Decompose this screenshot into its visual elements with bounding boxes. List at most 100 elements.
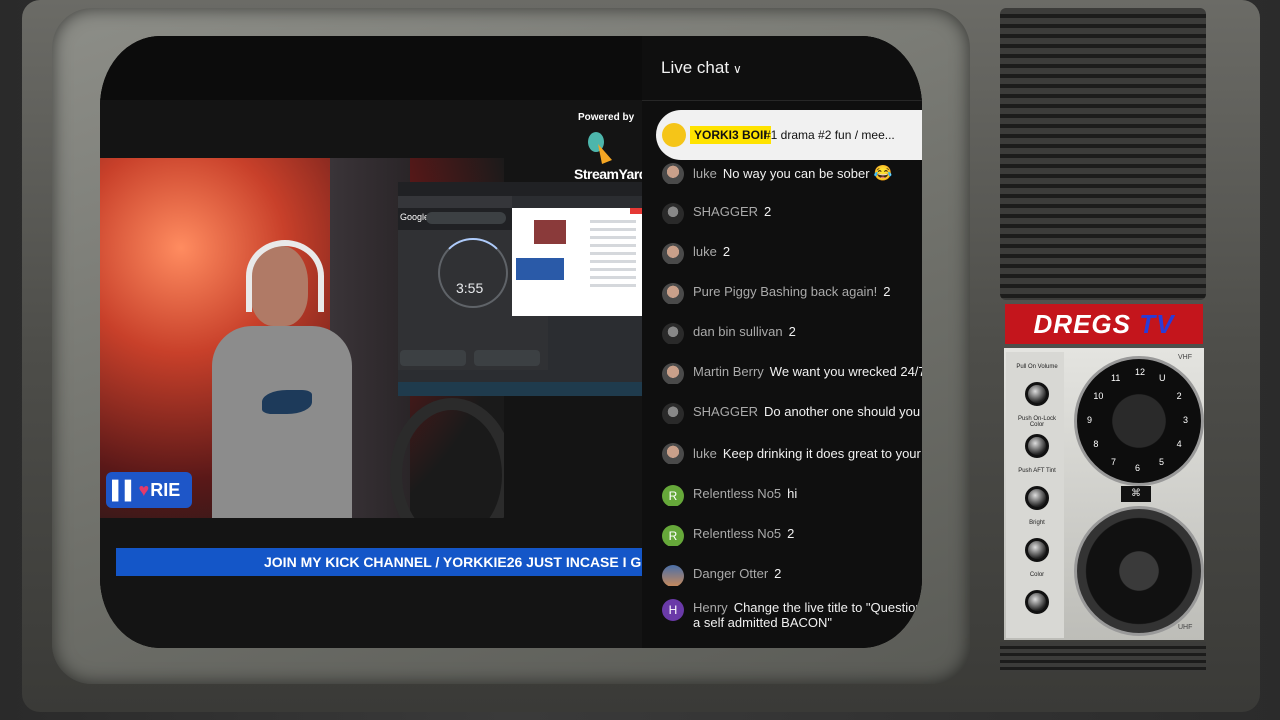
- knob-label: Pull On Volume: [1016, 364, 1058, 370]
- chat-message[interactable]: R Relentless No5 2: [662, 522, 922, 546]
- google-logo: Google: [400, 212, 430, 222]
- chat-message[interactable]: luke 2: [662, 240, 922, 264]
- timer-ring: [438, 238, 508, 308]
- dial-number: 12: [1135, 367, 1146, 377]
- chat-message[interactable]: R Relentless No5 hi: [662, 482, 922, 506]
- chat-author: Relentless No5: [693, 526, 782, 541]
- browser-tabs: [398, 182, 642, 196]
- chat-text: 2: [788, 324, 796, 339]
- control-knob[interactable]: [1025, 486, 1049, 510]
- chat-author: Relentless No5: [693, 486, 782, 501]
- pinned-message[interactable]: YORKI3 BOII #1 drama #2 fun / mee...: [656, 110, 922, 160]
- timer-button-left: [400, 350, 466, 366]
- dial-number: 2: [1176, 391, 1182, 401]
- chat-line: luke No way you can be sober 😂: [693, 164, 892, 182]
- dial-number: 3: [1183, 415, 1189, 425]
- dial-number: 5: [1159, 456, 1165, 467]
- powered-by-label: Powered by: [578, 112, 635, 123]
- chat-message[interactable]: SHAGGER Do another one should you top you…: [662, 400, 922, 424]
- badge-text: RIE: [150, 479, 181, 500]
- control-knob[interactable]: [1025, 434, 1049, 458]
- timer-button-right: [474, 350, 540, 366]
- brand-text-a: DREGS: [1033, 309, 1131, 339]
- chat-text: hi: [787, 486, 798, 501]
- channel-badge: ▌▌ ♥ RIE: [106, 472, 192, 508]
- dial-number: 9: [1087, 415, 1093, 425]
- control-knob[interactable]: [1025, 538, 1049, 562]
- brand-text-b: TV: [1139, 309, 1175, 339]
- avatar: [662, 403, 684, 424]
- knob-label: Bright: [1029, 520, 1045, 526]
- avatar: [662, 243, 684, 264]
- control-knob[interactable]: [1025, 590, 1049, 614]
- dial-number: U: [1159, 373, 1166, 384]
- chat-message[interactable]: SHAGGER 2: [662, 200, 922, 224]
- chat-line: Pure Piggy Bashing back again! 2: [693, 284, 891, 299]
- knob-label: Color: [1029, 572, 1045, 578]
- ticker-banner: JOIN MY KICK CHANNEL / YORKKIE26 JUST IN…: [116, 548, 642, 576]
- speaker-grille: [1000, 8, 1206, 300]
- chat-line: luke 2: [693, 244, 730, 259]
- chat-author: SHAGGER: [693, 204, 759, 219]
- timer-value: 3:55: [456, 280, 484, 296]
- cam-shirt: [212, 326, 352, 518]
- avatar: [662, 163, 684, 184]
- chat-title-dropdown[interactable]: Live chat ∨: [661, 58, 742, 78]
- dial-number: 6: [1135, 463, 1141, 473]
- hash-button[interactable]: ⌘: [1121, 486, 1151, 502]
- chat-text: 2: [774, 566, 782, 581]
- chat-text: 2: [722, 244, 731, 259]
- chat-text: Change the live title to "Question Time …: [733, 600, 922, 615]
- streamyard-logo-icon: [588, 132, 612, 164]
- avatar: [662, 565, 684, 586]
- shared-chat-window: [512, 208, 642, 316]
- dial-number: 7: [1111, 456, 1117, 467]
- shared-thumb: [534, 220, 566, 244]
- avatar: R: [662, 485, 684, 506]
- chat-message[interactable]: H Henry Change the live title to "Question…: [662, 596, 922, 640]
- bottom-grille: [1000, 642, 1206, 672]
- chat-author: SHAGGER: [693, 404, 759, 419]
- chat-line: SHAGGER Do another one should you top you…: [693, 404, 922, 419]
- stream-top-bar: [100, 36, 642, 100]
- heart-icon: ♥: [138, 479, 150, 500]
- live-chat-panel: Live chat ∨ YORKI3 BOII #1 drama #2 fun /…: [642, 36, 922, 648]
- screen-share: Google 3:55: [398, 182, 642, 396]
- chat-text: 2: [787, 526, 795, 541]
- control-knob[interactable]: [1025, 382, 1049, 406]
- chevron-down-icon: ∨: [733, 62, 742, 76]
- pinned-author: YORKI3 BOII: [690, 126, 771, 144]
- google-search-box: [426, 212, 506, 224]
- dial-number: 8: [1093, 439, 1099, 449]
- avatar: H: [662, 599, 684, 621]
- ticker-text: JOIN MY KICK CHANNEL / YORKKIE26 JUST IN…: [264, 554, 642, 570]
- chat-line: Relentless No5 hi: [693, 486, 797, 501]
- chat-message[interactable]: luke Keep drinking it does great to your …: [662, 440, 922, 464]
- avatar: R: [662, 525, 684, 546]
- avatar: [662, 323, 684, 344]
- chat-line: Relentless No5 2: [693, 526, 794, 541]
- tuning-dial[interactable]: [1074, 506, 1204, 636]
- chat-message[interactable]: Danger Otter 2: [662, 562, 922, 586]
- vhf-label: VHF: [1178, 354, 1192, 361]
- chat-author: luke: [693, 166, 717, 181]
- pinned-avatar: [662, 123, 686, 147]
- knob-label: Push AFT Tint: [1018, 468, 1056, 474]
- chat-author: luke: [693, 244, 717, 259]
- channel-dial[interactable]: 12 U 2 3 4 5 6 7 8 9 10 11: [1074, 356, 1204, 486]
- chat-text: Do another one should you top yoursel: [764, 404, 922, 419]
- streamyard-label: StreamYard: [574, 166, 647, 182]
- chat-text: 2: [764, 204, 772, 219]
- cam-shirt-logo: [262, 390, 312, 414]
- chat-message[interactable]: dan bin sullivan 2: [662, 320, 922, 344]
- chat-text: 2: [883, 284, 891, 299]
- chat-message[interactable]: Martin Berry We want you wrecked 24/7 mat…: [662, 360, 922, 384]
- chat-message[interactable]: luke No way you can be sober 😂: [662, 160, 922, 184]
- brand-logo: DREGS TV: [1005, 304, 1203, 344]
- headphone-icon: [246, 240, 324, 312]
- chat-header: Live chat ∨: [642, 36, 922, 101]
- knob-label: Push On-Lock Color: [1017, 416, 1057, 428]
- chat-line: luke Keep drinking it does great to your …: [693, 444, 922, 462]
- avatar: [662, 443, 684, 464]
- chat-message[interactable]: Pure Piggy Bashing back again! 2: [662, 280, 922, 304]
